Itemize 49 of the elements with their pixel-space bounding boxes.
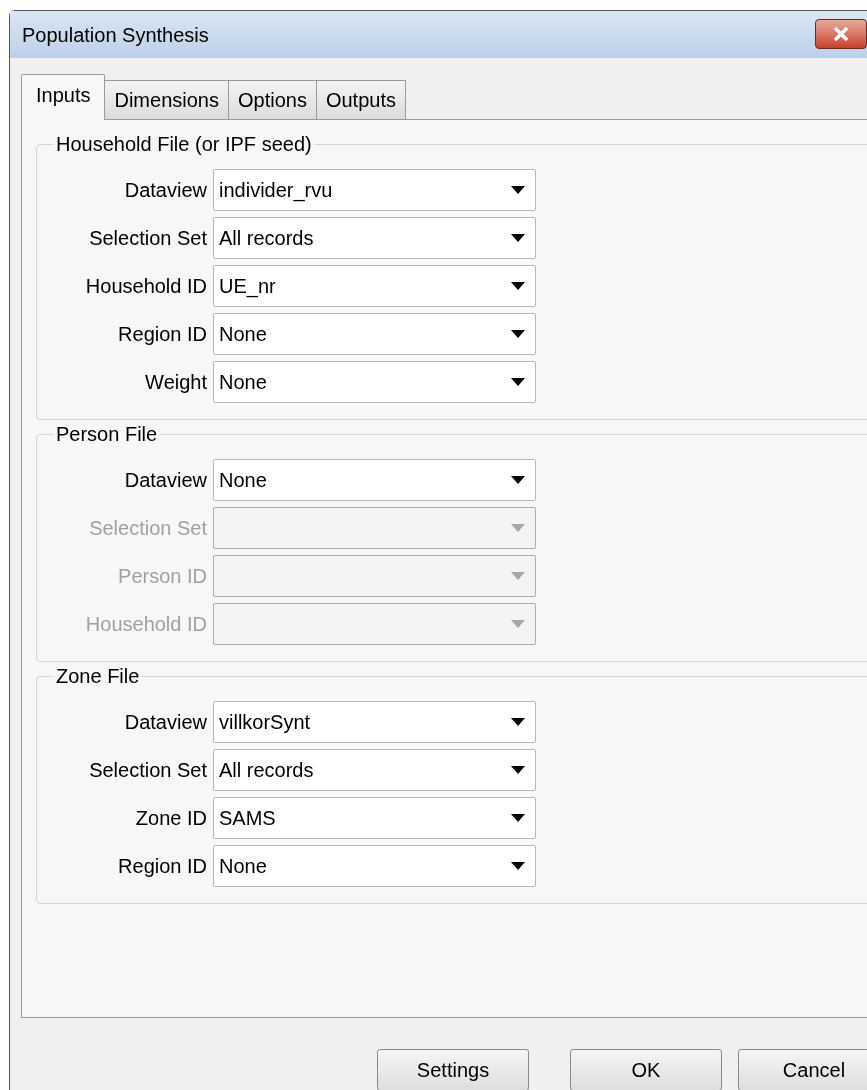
- caret-icon: [511, 814, 525, 822]
- caret-icon: [511, 524, 525, 532]
- field-label: Person ID: [117, 564, 208, 589]
- caret-icon: [511, 186, 525, 194]
- caret-icon: [511, 378, 525, 386]
- field-label: Dataview: [123, 468, 208, 493]
- caret-icon: [511, 862, 525, 870]
- caret-icon: [511, 234, 525, 242]
- field-label: Zone ID: [134, 806, 208, 831]
- tab[interactable]: Inputs: [21, 74, 106, 120]
- field-label: Weight: [144, 370, 208, 395]
- dropdown[interactable]: [213, 555, 536, 597]
- tab[interactable]: Outputs: [315, 80, 406, 120]
- caret-icon: [511, 620, 525, 628]
- dialog-button[interactable]: Settings: [377, 1049, 529, 1090]
- tab[interactable]: Options: [227, 80, 317, 120]
- dropdown[interactable]: SAMS: [213, 797, 536, 839]
- close-button[interactable]: [815, 19, 867, 49]
- dropdown[interactable]: None: [213, 459, 536, 501]
- field-label: Region ID: [117, 322, 208, 347]
- dropdown[interactable]: All records: [213, 749, 536, 791]
- caret-icon: [511, 330, 525, 338]
- caret-icon: [511, 572, 525, 580]
- caret-icon: [511, 766, 525, 774]
- dropdown[interactable]: None: [213, 361, 536, 403]
- field-label: Selection Set: [88, 516, 208, 541]
- field-label: Household ID: [84, 612, 208, 637]
- dropdown[interactable]: UE_nr: [213, 265, 536, 307]
- dropdown[interactable]: villkorSynt: [213, 701, 536, 743]
- window-title: Population Synthesis: [22, 22, 209, 48]
- field-label: Selection Set: [88, 758, 208, 783]
- caret-icon: [511, 282, 525, 290]
- caret-icon: [511, 476, 525, 484]
- close-icon: [831, 26, 851, 42]
- field-label: Dataview: [123, 178, 208, 203]
- dropdown[interactable]: None: [213, 313, 536, 355]
- dropdown[interactable]: All records: [213, 217, 536, 259]
- dropdown[interactable]: [213, 507, 536, 549]
- tab[interactable]: Dimensions: [104, 80, 229, 120]
- dropdown[interactable]: individer_rvu: [213, 169, 536, 211]
- dialog-button[interactable]: OK: [570, 1049, 722, 1090]
- field-label: Region ID: [117, 854, 208, 879]
- dialog-button[interactable]: Cancel: [738, 1049, 867, 1090]
- field-label: Household ID: [84, 274, 208, 299]
- field-label: Dataview: [123, 710, 208, 735]
- caret-icon: [511, 718, 525, 726]
- field-label: Selection Set: [88, 226, 208, 251]
- dropdown[interactable]: None: [213, 845, 536, 887]
- dropdown[interactable]: [213, 603, 536, 645]
